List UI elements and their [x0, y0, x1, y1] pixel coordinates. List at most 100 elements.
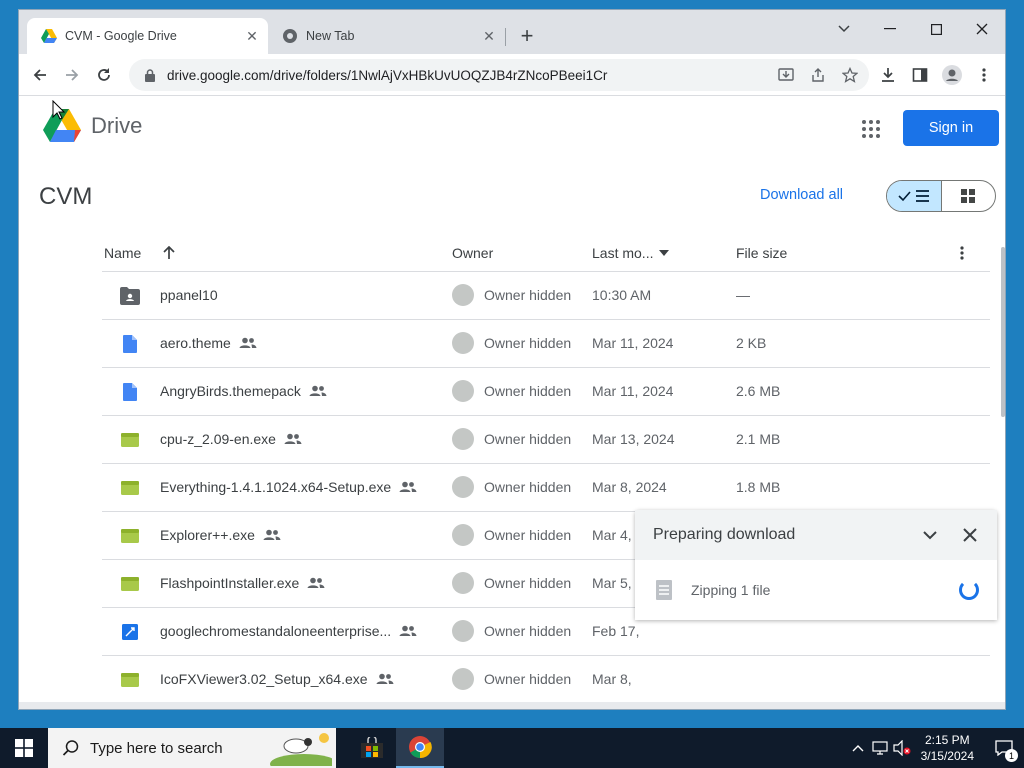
share-icon[interactable]	[805, 62, 831, 88]
install-app-icon[interactable]	[773, 62, 799, 88]
taskbar-store[interactable]	[348, 728, 396, 768]
minimize-button[interactable]	[867, 14, 913, 44]
google-apps-button[interactable]	[859, 117, 883, 141]
file-name[interactable]: Explorer++.exe	[160, 527, 281, 543]
file-owner: Owner hidden	[452, 668, 571, 690]
file-name[interactable]: IcoFXViewer3.02_Setup_x64.exe	[160, 671, 394, 687]
close-icon[interactable]: ✕	[242, 26, 262, 46]
tab-new-tab[interactable]: New Tab ✕	[268, 18, 505, 54]
exe-icon	[120, 478, 140, 498]
list-view-button[interactable]	[887, 181, 942, 211]
taskbar: Type here to search 2:15 PM 3/15/2024 1	[0, 728, 1024, 768]
system-tray: 2:15 PM 3/15/2024 1	[847, 728, 1024, 768]
grid-view-button[interactable]	[942, 181, 996, 211]
file-size: 2.1 MB	[736, 431, 781, 447]
shared-people-icon	[376, 673, 394, 685]
download-panel-title: Preparing download	[653, 526, 796, 543]
file-name-text: Everything-1.4.1.1024.x64-Setup.exe	[160, 479, 392, 495]
lock-icon[interactable]	[143, 68, 157, 82]
chevron-down-icon[interactable]	[919, 524, 941, 546]
file-name[interactable]: googlechromestandaloneenterprise...	[160, 623, 417, 639]
file-row[interactable]: aero.theme Owner hidden Mar 11, 2024 2 KB	[102, 320, 990, 368]
file-name[interactable]: Everything-1.4.1.1024.x64-Setup.exe	[160, 479, 417, 495]
more-vert-icon[interactable]	[960, 246, 964, 263]
close-icon[interactable]	[959, 524, 981, 546]
file-size: —	[736, 287, 750, 303]
avatar	[452, 572, 474, 594]
clock-time: 2:15 PM	[924, 733, 970, 747]
file-name[interactable]: ppanel10	[160, 287, 218, 303]
owner-text: Owner hidden	[484, 335, 572, 351]
file-name-text: ppanel10	[160, 287, 218, 303]
arrow-left-icon	[33, 69, 46, 81]
file-row[interactable]: AngryBirds.themepack Owner hidden Mar 11, …	[102, 368, 990, 416]
network-icon[interactable]	[869, 728, 891, 768]
reload-button[interactable]	[91, 62, 117, 88]
new-tab-button[interactable]: +	[515, 23, 539, 48]
file-row[interactable]: IcoFXViewer3.02_Setup_x64.exe Owner hidde…	[102, 656, 990, 701]
avatar	[452, 476, 474, 498]
file-name[interactable]: FlashpointInstaller.exe	[160, 575, 325, 591]
vertical-scrollbar[interactable]	[1001, 247, 1005, 417]
taskbar-search[interactable]: Type here to search	[48, 728, 336, 768]
owner-text: Owner hidden	[484, 527, 572, 543]
list-header: Name Owner Last mo... File size	[102, 235, 990, 272]
taskbar-chrome[interactable]	[396, 728, 444, 768]
brand-name: Drive	[91, 113, 143, 138]
notification-center-button[interactable]: 1	[984, 728, 1024, 768]
modified-column-header[interactable]: Last mo...	[592, 245, 670, 261]
name-header-label: Name	[104, 245, 142, 261]
file-name-text: Explorer++.exe	[160, 527, 255, 543]
tab-google-drive[interactable]: CVM - Google Drive ✕	[27, 18, 268, 54]
file-modified: Mar 11, 2024	[592, 383, 674, 399]
tab-title: CVM - Google Drive	[65, 29, 177, 43]
file-modified: Feb 17,	[592, 623, 640, 639]
bookmark-star-icon[interactable]	[837, 62, 863, 88]
name-column-header[interactable]: Name	[104, 245, 175, 261]
file-name[interactable]: cpu-z_2.09-en.exe	[160, 431, 302, 447]
exe-icon	[120, 670, 140, 690]
start-button[interactable]	[0, 728, 48, 768]
menu-button[interactable]	[971, 62, 997, 88]
chevron-down-icon	[838, 25, 850, 33]
file-modified: Mar 11, 2024	[592, 335, 674, 351]
file-name[interactable]: aero.theme	[160, 335, 257, 351]
loading-spinner-icon	[959, 580, 979, 600]
clock[interactable]: 2:15 PM 3/15/2024	[921, 732, 974, 764]
tab-search-button[interactable]	[821, 14, 867, 44]
search-highlight-illustration	[270, 733, 332, 766]
file-name-text: AngryBirds.themepack	[160, 383, 301, 399]
file-row[interactable]: Everything-1.4.1.1024.x64-Setup.exe Owner…	[102, 464, 990, 512]
volume-muted-icon[interactable]	[891, 728, 913, 768]
list-view-icon	[898, 190, 929, 202]
profile-button[interactable]	[939, 62, 965, 88]
file-owner: Owner hidden	[452, 428, 571, 450]
address-bar[interactable]: drive.google.com/drive/folders/1NwlAjVxH…	[129, 59, 869, 91]
file-row[interactable]: ppanel10 Owner hidden 10:30 AM —	[102, 272, 990, 320]
side-panel-icon	[912, 68, 928, 82]
file-modified: Mar 8, 2024	[592, 479, 667, 495]
file-name-text: aero.theme	[160, 335, 231, 351]
maximize-button[interactable]	[913, 14, 959, 44]
download-panel-header: Preparing download	[635, 510, 997, 560]
side-panel-button[interactable]	[907, 62, 933, 88]
close-icon[interactable]: ✕	[479, 26, 499, 46]
file-owner: Owner hidden	[452, 476, 571, 498]
downloads-button[interactable]	[875, 62, 901, 88]
owner-text: Owner hidden	[484, 623, 572, 639]
chevron-up-icon[interactable]	[847, 728, 869, 768]
forward-button[interactable]	[59, 62, 85, 88]
horizontal-scrollbar[interactable]	[19, 702, 1005, 709]
file-row[interactable]: cpu-z_2.09-en.exe Owner hidden Mar 13, 202…	[102, 416, 990, 464]
file-modified: Mar 13, 2024	[592, 431, 675, 447]
search-placeholder: Type here to search	[90, 739, 223, 757]
download-item: Zipping 1 file	[635, 560, 997, 620]
google-drive-icon	[41, 28, 57, 44]
close-window-button[interactable]	[959, 14, 1005, 44]
file-owner: Owner hidden	[452, 380, 571, 402]
back-button[interactable]	[27, 62, 53, 88]
download-all-link[interactable]: Download all	[760, 187, 843, 203]
sign-in-button[interactable]: Sign in	[903, 110, 999, 146]
url-text[interactable]: drive.google.com/drive/folders/1NwlAjVxH…	[167, 68, 773, 83]
file-name[interactable]: AngryBirds.themepack	[160, 383, 327, 399]
